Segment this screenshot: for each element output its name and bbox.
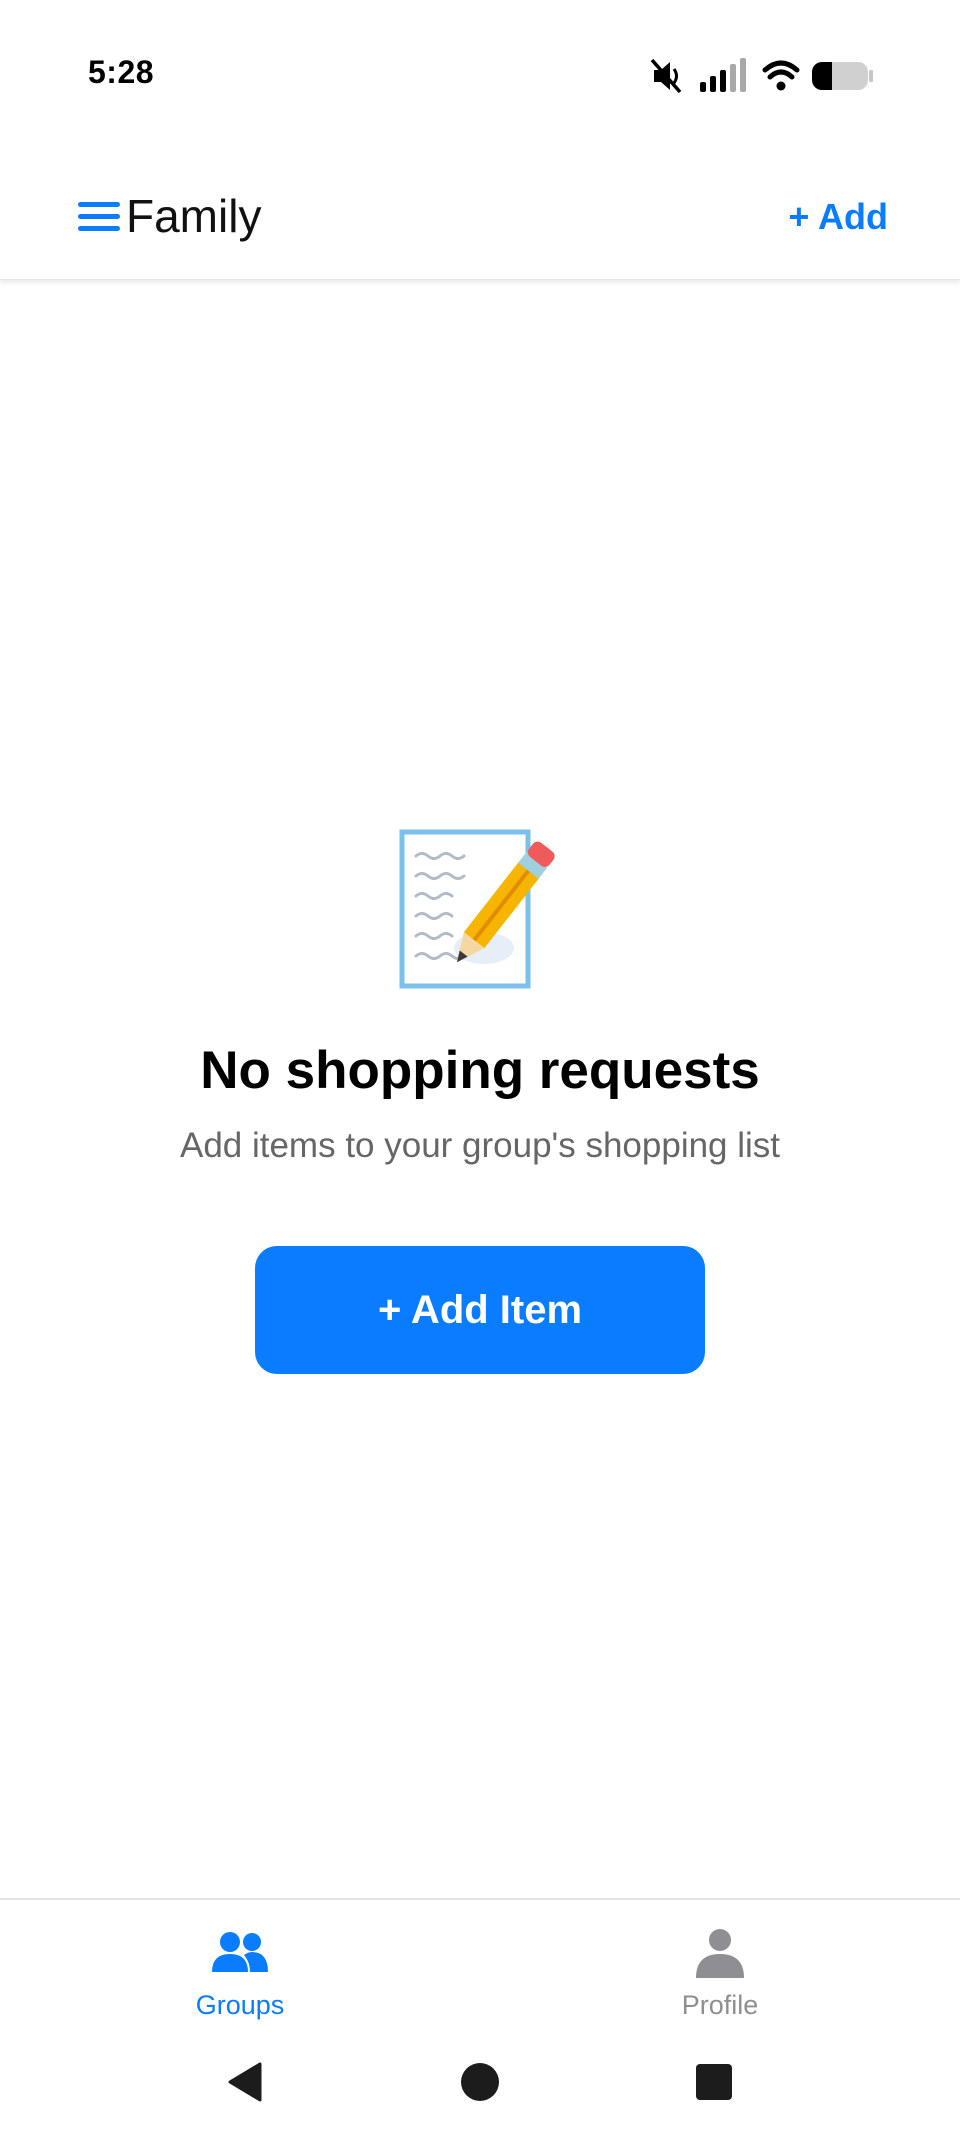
empty-state-subtitle: Add items to your group's shopping list: [179, 1126, 781, 1165]
back-icon[interactable]: [224, 2060, 268, 2104]
status-time: 5:28: [88, 54, 155, 90]
home-icon[interactable]: [458, 2060, 502, 2104]
battery-icon: [812, 62, 873, 90]
profile-icon: [696, 1929, 744, 1978]
tab-bar: Groups Profile: [0, 1898, 960, 2026]
status-icons: [650, 58, 873, 94]
tab-groups-label: Groups: [195, 1990, 285, 2020]
tab-groups[interactable]: Groups: [0, 1900, 480, 2028]
groups-icon: [212, 1932, 268, 1972]
status-bar: 5:28: [0, 0, 960, 152]
memo-icon: [399, 829, 555, 989]
signal-icon: [700, 58, 746, 92]
recents-icon[interactable]: [692, 2060, 736, 2104]
system-nav-bar: [0, 2026, 960, 2142]
empty-state: No shopping requests Add items to your g…: [0, 280, 960, 1898]
menu-icon[interactable]: [78, 200, 120, 234]
mute-icon: [650, 58, 682, 94]
header-add-button[interactable]: + Add: [788, 196, 888, 238]
group-title[interactable]: Family: [126, 189, 261, 243]
add-item-button[interactable]: + Add Item: [255, 1246, 705, 1374]
app-header: Family + Add: [0, 152, 960, 280]
tab-profile-label: Profile: [681, 1990, 759, 2020]
tab-profile[interactable]: Profile: [480, 1900, 960, 2028]
wifi-icon: [762, 60, 800, 91]
empty-state-title: No shopping requests: [200, 1041, 760, 1100]
